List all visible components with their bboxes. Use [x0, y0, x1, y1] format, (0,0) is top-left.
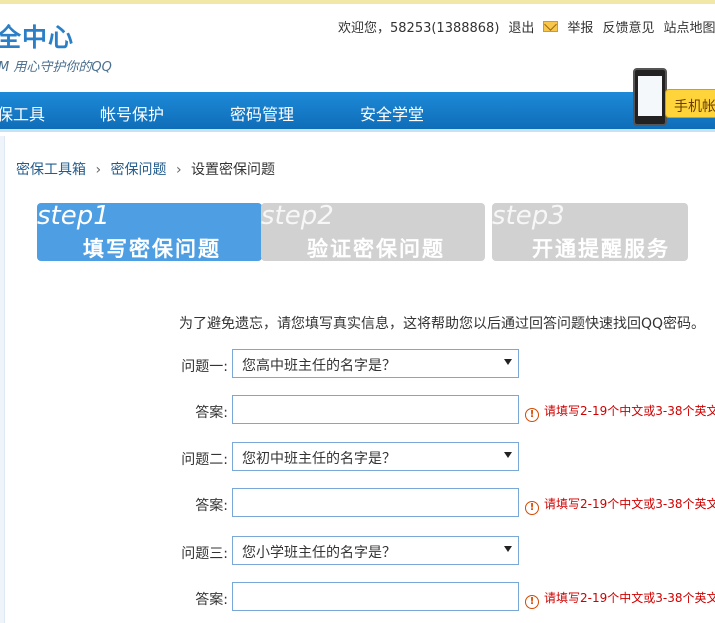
- step-3-text: 开通提醒服务: [532, 237, 670, 261]
- answer-2-label: 答案:: [195, 498, 228, 514]
- warning-icon: !: [525, 501, 539, 515]
- logo-title: 全中心: [0, 23, 75, 52]
- left-rail: [0, 136, 5, 623]
- answer-1-hint-text: 请填写2-19个中文或3-38个英文: [544, 404, 715, 418]
- logout-link[interactable]: 退出: [508, 17, 534, 36]
- step-2-label: step2: [261, 203, 334, 231]
- question-3-row: 问题三: 您小学班主任的名字是？: [6, 536, 715, 568]
- step-arrow-icon: [232, 203, 262, 261]
- step-arrow-icon: [455, 203, 485, 261]
- question-2-label: 问题二:: [181, 452, 228, 468]
- question-3-selected-value: 您小学班主任的名字是？: [242, 545, 396, 561]
- phone-icon: [633, 68, 667, 126]
- step-1-label: step1: [37, 203, 110, 231]
- step-2-text: 验证密保问题: [307, 237, 445, 261]
- answer-1-hint: ! 请填写2-19个中文或3-38个英文: [525, 402, 715, 422]
- dropdown-arrow-icon: [504, 359, 512, 365]
- nav-item-tools[interactable]: 保工具: [0, 101, 45, 125]
- question-2-select[interactable]: 您初中班主任的名字是？: [232, 442, 519, 471]
- top-links: 欢迎您，58253(1388868) 退出 举报 反馈意见 站点地图: [338, 17, 715, 36]
- step-2: step2 验证密保问题: [261, 203, 485, 261]
- breadcrumb: 密保工具箱 › 密保问题 › 设置密保问题: [16, 159, 275, 179]
- progress-steps: step1 填写密保问题 step2 验证密保问题 step3 开通提醒服务: [37, 203, 688, 261]
- answer-1-label: 答案:: [195, 405, 228, 421]
- answer-2-input[interactable]: [232, 488, 519, 517]
- answer-2-hint: ! 请填写2-19个中文或3-38个英文: [525, 495, 715, 515]
- question-3-select[interactable]: 您小学班主任的名字是？: [232, 536, 519, 565]
- feedback-link[interactable]: 反馈意见: [602, 17, 654, 36]
- answer-3-input[interactable]: [232, 582, 519, 611]
- promo-text: 手机帐: [674, 99, 715, 115]
- welcome-text: 欢迎您，58253(1388868): [338, 21, 500, 36]
- content-area: 密保工具箱 › 密保问题 › 设置密保问题 step1 填写密保问题 step2…: [6, 142, 715, 623]
- answer-1-row: 答案: ! 请填写2-19个中文或3-38个英文: [6, 395, 715, 427]
- chevron-right-icon: ›: [95, 162, 102, 178]
- sitemap-link[interactable]: 站点地图: [663, 17, 715, 36]
- intro-text: 为了避免遗忘，请您填写真实信息，这将帮助您以后通过回答问题快速找回QQ密码。: [179, 316, 706, 332]
- answer-3-label: 答案:: [195, 592, 228, 608]
- warning-icon: !: [525, 595, 539, 609]
- step-3-label: step3: [492, 203, 565, 231]
- breadcrumb-security-toolbox[interactable]: 密保工具箱: [16, 162, 86, 178]
- question-1-select[interactable]: 您高中班主任的名字是？: [232, 349, 519, 378]
- question-1-label: 问题一:: [181, 359, 228, 375]
- answer-1-input[interactable]: [232, 395, 519, 424]
- breadcrumb-security-question[interactable]: 密保问题: [111, 162, 167, 178]
- step-1-text: 填写密保问题: [83, 237, 221, 261]
- mail-icon[interactable]: [543, 21, 559, 32]
- nav-item-security-school[interactable]: 安全学堂: [360, 101, 424, 125]
- answer-2-row: 答案: ! 请填写2-19个中文或3-38个英文: [6, 488, 715, 520]
- mobile-promo[interactable]: 手机帐: [630, 68, 715, 126]
- sitemap-label: 站点地图: [663, 21, 715, 36]
- dropdown-arrow-icon: [504, 546, 512, 552]
- promo-tag[interactable]: 手机帐: [665, 89, 715, 118]
- question-1-row: 问题一: 您高中班主任的名字是？: [6, 349, 715, 381]
- answer-3-row: 答案: ! 请填写2-19个中文或3-38个英文: [6, 582, 715, 614]
- chevron-right-icon: ›: [175, 162, 182, 178]
- step-3: step3 开通提醒服务: [492, 203, 688, 261]
- phone-screen: [638, 76, 662, 116]
- report-link[interactable]: 举报: [567, 17, 593, 36]
- warning-icon: !: [525, 408, 539, 422]
- question-2-row: 问题二: 您初中班主任的名字是？: [6, 442, 715, 474]
- nav-item-password-management[interactable]: 密码管理: [230, 101, 294, 125]
- header: 全中心 M 用心守护你的QQ 欢迎您，58253(1388868) 退出 举报 …: [0, 4, 715, 92]
- answer-3-hint: ! 请填写2-19个中文或3-38个英文: [525, 589, 715, 609]
- question-1-selected-value: 您高中班主任的名字是？: [242, 358, 396, 374]
- main-navigation: 保工具 帐号保护 密码管理 安全学堂: [0, 92, 715, 132]
- question-3-label: 问题三:: [181, 546, 228, 562]
- answer-2-hint-text: 请填写2-19个中文或3-38个英文: [544, 497, 715, 511]
- breadcrumb-current-page: 设置密保问题: [191, 162, 276, 178]
- dropdown-arrow-icon: [504, 452, 512, 458]
- logo-subtitle: M 用心守护你的QQ: [0, 60, 112, 75]
- nav-item-account-protection[interactable]: 帐号保护: [100, 101, 164, 125]
- question-2-selected-value: 您初中班主任的名字是？: [242, 451, 396, 467]
- step-1: step1 填写密保问题: [37, 203, 262, 261]
- answer-3-hint-text: 请填写2-19个中文或3-38个英文: [544, 591, 715, 605]
